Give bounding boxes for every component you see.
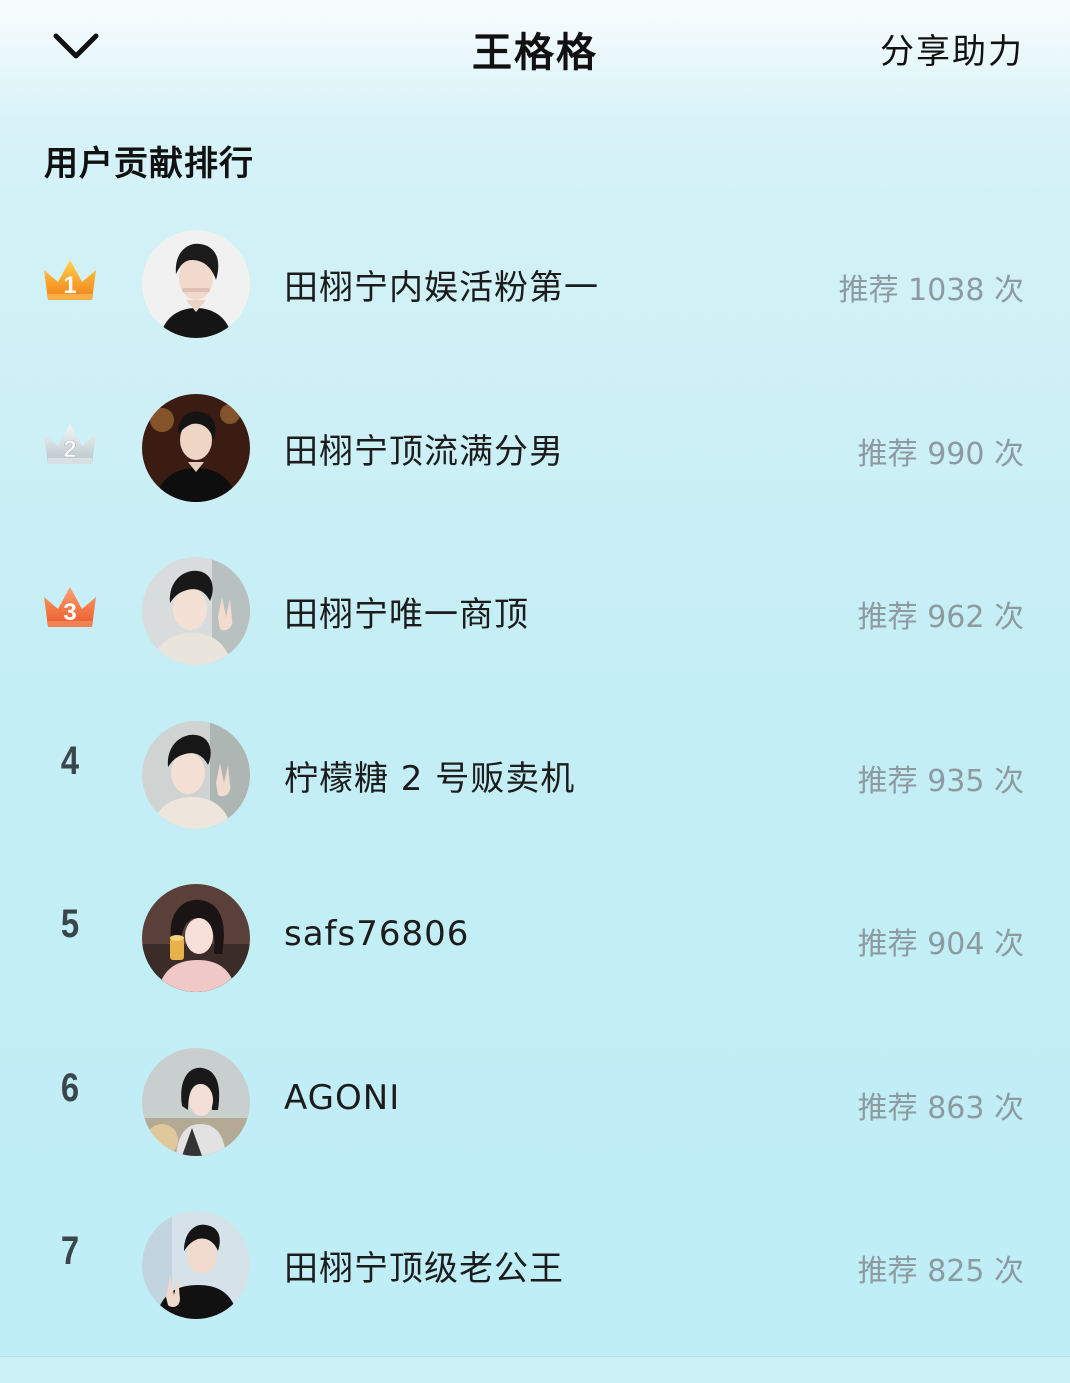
rank-number: 5 — [60, 902, 80, 946]
rank-number: 6 — [60, 1065, 80, 1110]
ranking-row[interactable]: 2 田栩宁顶流满分男 推荐 990 次 — [0, 384, 1070, 548]
chevron-down-icon — [53, 33, 99, 59]
share-boost-button[interactable]: 分享助力 — [880, 24, 1024, 73]
ranking-row[interactable]: 4 柠檬糖 2 号贩卖机 推荐 935 次 — [0, 711, 1070, 875]
ranking-row[interactable]: 1 田栩宁内娱活粉第一 推荐 1038 次 — [0, 220, 1070, 384]
recommend-count: 推荐 904 次 — [857, 927, 1024, 962]
avatar[interactable] — [142, 557, 250, 665]
svg-text:2: 2 — [63, 436, 76, 463]
user-name[interactable]: safs76806 — [284, 914, 469, 954]
user-name[interactable]: 田栩宁内娱活粉第一 — [284, 260, 599, 309]
user-name[interactable]: AGONI — [284, 1078, 400, 1118]
header-bar: 王格格 分享助力 — [0, 0, 1070, 100]
user-name[interactable]: 田栩宁唯一商顶 — [284, 587, 529, 636]
avatar[interactable] — [142, 230, 250, 338]
recommend-count: 推荐 825 次 — [857, 1254, 1024, 1289]
recommend-count: 推荐 863 次 — [857, 1090, 1024, 1126]
collapse-button[interactable] — [48, 22, 104, 72]
avatar[interactable] — [142, 393, 250, 502]
avatar[interactable] — [142, 884, 250, 992]
recommend-count: 推荐 990 次 — [857, 436, 1024, 472]
user-name[interactable]: 田栩宁顶流满分男 — [284, 424, 564, 473]
ranking-row[interactable]: 3 田栩宁唯一商顶 推荐 962 次 — [0, 547, 1070, 711]
avatar[interactable] — [142, 720, 250, 829]
ranking-row[interactable]: 7 田栩宁顶级老公王 推荐 825 次 — [0, 1201, 1070, 1365]
ranking-row[interactable]: 6 AGONI 推荐 863 次 — [0, 1038, 1070, 1202]
bottom-bar — [0, 1356, 1070, 1383]
ranking-row[interactable]: 5 safs76806 推荐 904 次 — [0, 874, 1070, 1038]
recommend-count: 推荐 962 次 — [857, 600, 1024, 635]
rank-number: 7 — [60, 1229, 80, 1273]
section-title: 用户贡献排行 — [44, 144, 254, 184]
contribution-ranking-list: 1 田栩宁内娱活粉第一 推荐 1038 次 2 田栩宁顶流满分男 推荐 990 … — [0, 220, 1070, 1365]
svg-text:1: 1 — [63, 272, 76, 299]
recommend-count: 推荐 1038 次 — [838, 273, 1024, 308]
avatar[interactable] — [142, 1211, 250, 1319]
user-name[interactable]: 田栩宁顶级老公王 — [284, 1241, 564, 1290]
crown-gold-icon: 1 — [40, 250, 100, 310]
recommend-count: 推荐 935 次 — [857, 763, 1024, 799]
avatar[interactable] — [142, 1047, 250, 1156]
crown-silver-icon: 2 — [40, 414, 100, 474]
rank-number: 4 — [60, 738, 80, 783]
svg-text:3: 3 — [63, 599, 76, 626]
user-name[interactable]: 柠檬糖 2 号贩卖机 — [284, 751, 575, 800]
crown-bronze-icon: 3 — [40, 577, 100, 637]
